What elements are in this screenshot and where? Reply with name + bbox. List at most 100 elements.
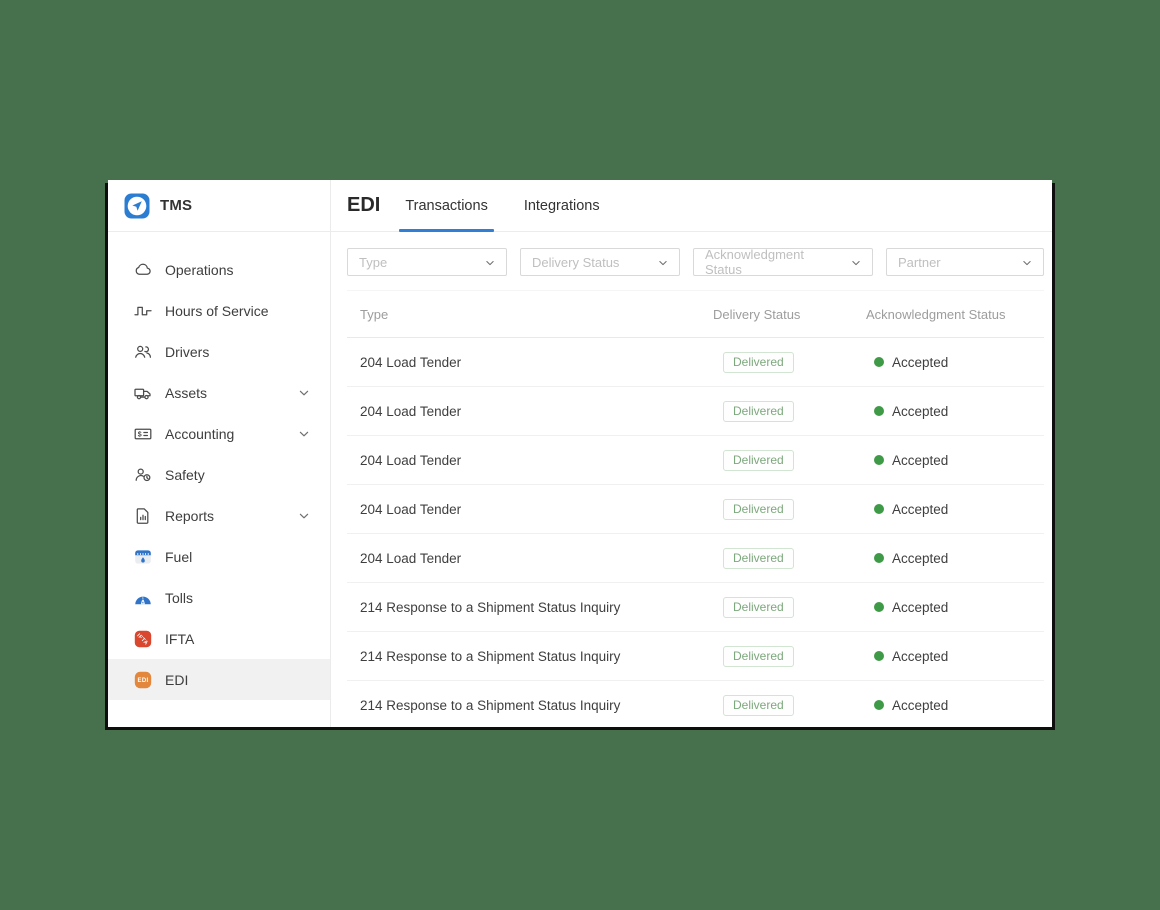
sidebar-item-label: Tolls (165, 590, 193, 606)
column-header-type: Type (347, 307, 713, 322)
delivery-status-badge: Delivered (723, 352, 794, 373)
status-dot-icon (874, 357, 884, 367)
table-header-row: TypeDelivery StatusAcknowledgment Status (347, 291, 1044, 338)
table-row[interactable]: 214 Response to a Shipment Status Inquir… (347, 681, 1044, 727)
status-dot-icon (874, 651, 884, 661)
table-row[interactable]: 214 Response to a Shipment Status Inquir… (347, 632, 1044, 681)
sidebar-item-reports[interactable]: Reports (108, 495, 330, 536)
delivery-status-cell: Delivered (713, 597, 866, 618)
app-name: TMS (160, 197, 192, 214)
transaction-type-cell: 204 Load Tender (347, 355, 713, 370)
drivers-icon (133, 342, 153, 362)
acknowledgment-status-label: Accepted (892, 355, 948, 370)
type-filter-select[interactable]: Type (347, 248, 507, 276)
app-logo-icon (124, 193, 150, 219)
tab-integrations[interactable]: Integrations (521, 180, 603, 231)
acknowledgment-status-cell: Accepted (866, 502, 1044, 517)
tolls-icon (133, 588, 153, 608)
truck-icon (133, 383, 153, 403)
acknowledgment-status-filter-select[interactable]: Acknowledgment Status (693, 248, 873, 276)
chevron-down-icon (483, 255, 497, 269)
invoice-icon: $ (133, 424, 153, 444)
sidebar-item-label: Operations (165, 262, 233, 278)
delivery-status-badge: Delivered (723, 499, 794, 520)
sidebar-item-label: Hours of Service (165, 303, 268, 319)
sidebar-item-hours-of-service[interactable]: Hours of Service (108, 290, 330, 331)
table-row[interactable]: 204 Load Tender Delivered Accepted (347, 485, 1044, 534)
table-row[interactable]: 204 Load TenderDeliveredAccepted (347, 534, 1044, 583)
status-dot-icon (874, 553, 884, 563)
transactions-table: TypeDelivery StatusAcknowledgment Status… (347, 290, 1044, 727)
main-content: EDI TransactionsIntegrations TypeDeliver… (331, 180, 1052, 727)
sidebar-item-label: Accounting (165, 426, 234, 442)
select-placeholder: Type (359, 255, 387, 270)
acknowledgment-status-cell: Accepted (866, 600, 1044, 615)
status-dot-icon (874, 700, 884, 710)
delivery-status-cell: Delivered (713, 646, 866, 667)
filter-bar: Type Delivery Status Acknowledgment Status… (331, 232, 1052, 290)
tab-transactions[interactable]: Transactions (402, 180, 490, 231)
acknowledgment-status-label: Accepted (892, 551, 948, 566)
sidebar-item-label: Drivers (165, 344, 209, 360)
sidebar-item-safety[interactable]: Safety (108, 454, 330, 495)
sidebar-item-label: Fuel (165, 549, 192, 565)
acknowledgment-status-label: Accepted (892, 649, 948, 664)
chevron-down-icon (296, 385, 312, 401)
edi-badge-icon: EDI (133, 670, 153, 690)
delivery-status-cell: Delivered (713, 401, 866, 422)
sidebar-item-label: Assets (165, 385, 207, 401)
tab-bar: Transactions Integrations (402, 180, 602, 231)
acknowledgment-status-cell: Accepted (866, 698, 1044, 713)
tab-label: Transactions (405, 198, 487, 214)
transaction-type-cell: 204 Load Tender (347, 502, 713, 517)
sidebar-item-tolls[interactable]: Tolls (108, 577, 330, 618)
sidebar-item-fuel[interactable]: Fuel (108, 536, 330, 577)
table-row[interactable]: 204 Load TenderDeliveredAccepted (347, 436, 1044, 485)
table-row[interactable]: 214 Response to a Shipment Status Inquir… (347, 583, 1044, 632)
sidebar-item-assets[interactable]: Assets (108, 372, 330, 413)
chevron-down-icon (296, 508, 312, 524)
acknowledgment-status-cell: Accepted (866, 404, 1044, 419)
delivery-status-filter-select[interactable]: Delivery Status (520, 248, 680, 276)
page-header: EDI TransactionsIntegrations (331, 180, 1052, 232)
column-header-delivery-status: Delivery Status (713, 307, 866, 322)
app-window: TMS Operations Hours of Service Drivers Ass… (108, 180, 1052, 727)
delivery-status-cell: Delivered (713, 450, 866, 471)
sidebar-header: TMS (108, 180, 330, 232)
cloud-icon (133, 260, 153, 280)
sidebar-item-edi[interactable]: EDIEDI (108, 659, 330, 700)
chevron-down-icon (656, 255, 670, 269)
acknowledgment-status-label: Accepted (892, 698, 948, 713)
select-placeholder: Partner (898, 255, 941, 270)
delivery-status-cell: Delivered (713, 499, 866, 520)
svg-text:EDI: EDI (138, 678, 149, 684)
fuel-icon (133, 547, 153, 567)
safety-icon (133, 465, 153, 485)
partner-filter-select[interactable]: Partner (886, 248, 1044, 276)
sidebar-item-ifta[interactable]: IFTAIFTA (108, 618, 330, 659)
delivery-status-badge: Delivered (723, 695, 794, 716)
acknowledgment-status-label: Accepted (892, 600, 948, 615)
sidebar-item-label: Reports (165, 508, 214, 524)
delivery-status-badge: Delivered (723, 646, 794, 667)
transaction-type-cell: 214 Response to a Shipment Status Inquir… (347, 600, 713, 615)
sidebar-item-operations[interactable]: Operations (108, 249, 330, 290)
table-row[interactable]: 204 Load TenderDeliveredAccepted (347, 387, 1044, 436)
table-row[interactable]: 204 Load Tender Delivered Accepted (347, 338, 1044, 387)
report-doc-icon (133, 506, 153, 526)
transaction-type-cell: 204 Load Tender (347, 551, 713, 566)
transaction-type-cell: 214 Response to a Shipment Status Inquir… (347, 649, 713, 664)
chevron-down-icon (296, 426, 312, 442)
acknowledgment-status-label: Accepted (892, 404, 948, 419)
acknowledgment-status-cell: Accepted (866, 453, 1044, 468)
acknowledgment-status-cell: Accepted (866, 649, 1044, 664)
desktop-background: TMS Operations Hours of Service Drivers Ass… (0, 0, 1160, 910)
sidebar-item-accounting[interactable]: $ Accounting (108, 413, 330, 454)
delivery-status-cell: Delivered (713, 352, 866, 373)
delivery-status-badge: Delivered (723, 597, 794, 618)
chevron-down-icon (1020, 255, 1034, 269)
acknowledgment-status-label: Accepted (892, 502, 948, 517)
sidebar-item-drivers[interactable]: Drivers (108, 331, 330, 372)
sidebar-nav: Operations Hours of Service Drivers Assets $… (108, 232, 330, 727)
status-dot-icon (874, 504, 884, 514)
